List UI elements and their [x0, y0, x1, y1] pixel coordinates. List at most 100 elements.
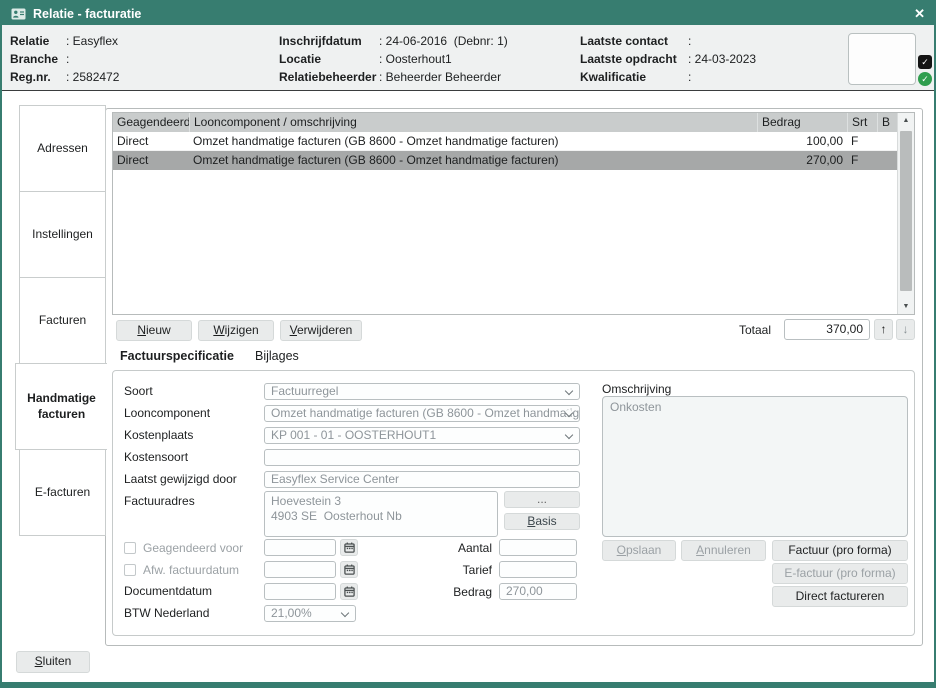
looncomponent-select[interactable]: Omzet handmatige facturen (GB 8600 - Omz… — [264, 405, 580, 422]
btw-label: BTW Nederland — [124, 605, 209, 622]
aantal-label: Aantal — [422, 540, 492, 557]
looncomponent-value: Omzet handmatige facturen (GB 8600 - Omz… — [271, 406, 580, 420]
calendar-icon[interactable] — [340, 561, 358, 578]
kostenplaats-select[interactable]: KP 001 - 01 - OOSTERHOUT1 — [264, 427, 580, 444]
factuur-pro-forma-button[interactable]: Factuur (pro forma) — [772, 540, 908, 561]
geagendeerd-voor-date-field[interactable] — [264, 539, 336, 556]
laatst-gewijzigd-field: Easyflex Service Center — [264, 471, 580, 488]
kostenplaats-value: KP 001 - 01 - OOSTERHOUT1 — [271, 428, 436, 442]
verwijderen-button[interactable]: Verwijderen — [280, 320, 362, 341]
btw-select[interactable]: 21,00% — [264, 605, 356, 622]
regnr-value: 2582472 — [66, 70, 119, 88]
column-srt[interactable]: Srt — [847, 113, 877, 132]
kostensoort-label: Kostensoort — [124, 449, 188, 466]
chevron-down-icon — [341, 609, 349, 617]
sidebar-tab-handmatige-facturen[interactable]: Handmatige facturen — [15, 363, 107, 450]
table-row[interactable]: Direct Omzet handmatige facturen (GB 860… — [113, 132, 914, 151]
locatie-label: Locatie — [279, 52, 379, 70]
table-header: Geagendeerd Looncomponent / omschrijving… — [113, 113, 914, 132]
btw-value: 21,00% — [271, 606, 312, 620]
title-bar: Relatie - facturatie ✕ — [2, 2, 934, 25]
branche-label: Branche — [10, 52, 66, 70]
tarief-field[interactable] — [499, 561, 577, 578]
relatie-value: Easyflex — [66, 34, 118, 52]
chevron-down-icon — [565, 431, 573, 439]
documentdatum-date-field[interactable] — [264, 583, 336, 600]
omschrijving-label: Omschrijving — [602, 382, 671, 396]
table-scrollbar[interactable]: ▲ ▼ — [897, 113, 914, 314]
cell-omschrijving: Omzet handmatige facturen (GB 8600 - Omz… — [189, 151, 757, 169]
sidebar-tab-e-facturen[interactable]: E-facturen — [19, 449, 106, 536]
kostensoort-field[interactable] — [264, 449, 580, 466]
locatie-value: Oosterhout1 — [379, 52, 452, 70]
laatste-contact-value — [688, 34, 695, 52]
omschrijving-textarea[interactable]: Onkosten — [602, 396, 908, 537]
direct-factureren-button[interactable]: Direct factureren — [772, 586, 908, 607]
relatie-facturatie-window: Relatie - facturatie ✕ RelatieEasyflex B… — [0, 0, 936, 688]
soort-select[interactable]: Factuurregel — [264, 383, 580, 400]
factuuradres-label: Factuuradres — [124, 493, 195, 510]
wijzigen-button[interactable]: Wijzigen — [198, 320, 274, 341]
tarief-label: Tarief — [422, 562, 492, 579]
scroll-down-icon[interactable]: ▼ — [898, 299, 914, 314]
table-row-selected[interactable]: Direct Omzet handmatige facturen (GB 860… — [113, 151, 914, 170]
column-geagendeerd[interactable]: Geagendeerd — [113, 113, 189, 132]
annuleren-button[interactable]: Annuleren — [681, 540, 766, 561]
sluiten-button[interactable]: Sluiten — [16, 651, 90, 673]
afw-factuurdatum-checkbox[interactable] — [124, 564, 136, 576]
opslaan-button[interactable]: Opslaan — [602, 540, 676, 561]
move-row-down-icon[interactable]: ↓ — [896, 319, 915, 340]
calendar-icon[interactable] — [340, 539, 358, 556]
black-check-icon[interactable]: ✓ — [918, 55, 932, 69]
soort-value: Factuurregel — [271, 384, 338, 398]
regnr-label: Reg.nr. — [10, 70, 66, 88]
factuuradres-more-button[interactable]: ... — [504, 491, 580, 508]
kwalificatie-value — [688, 70, 695, 88]
afw-factuurdatum-date-field[interactable] — [264, 561, 336, 578]
move-row-up-icon[interactable]: ↑ — [874, 319, 893, 340]
afw-factuurdatum-label: Afw. factuurdatum — [143, 562, 239, 579]
laatst-gewijzigd-label: Laatst gewijzigd door — [124, 471, 237, 488]
geagendeerd-voor-checkbox[interactable] — [124, 542, 136, 554]
soort-label: Soort — [124, 383, 153, 400]
kwalificatie-label: Kwalificatie — [580, 70, 688, 88]
scroll-up-icon[interactable]: ▲ — [898, 113, 914, 128]
basis-button[interactable]: Basis — [504, 513, 580, 530]
chevron-down-icon — [565, 387, 573, 395]
column-bedrag[interactable]: Bedrag — [757, 113, 847, 132]
relatiebeheerder-value: Beheerder Beheerder — [379, 70, 501, 88]
relatie-label: Relatie — [10, 34, 66, 52]
window-title: Relatie - facturatie — [33, 7, 141, 21]
cell-geagendeerd: Direct — [113, 151, 189, 169]
sidebar-tab-instellingen[interactable]: Instellingen — [19, 191, 106, 278]
green-check-icon[interactable]: ✓ — [918, 72, 932, 86]
laatste-contact-label: Laatste contact — [580, 34, 688, 52]
calendar-icon[interactable] — [340, 583, 358, 600]
bedrag-field: 270,00 — [499, 583, 577, 600]
scrollbar-thumb[interactable] — [900, 131, 912, 291]
contact-card-icon — [11, 8, 26, 20]
cell-b — [877, 132, 897, 150]
geagendeerd-voor-label: Geagendeerd voor — [143, 540, 243, 557]
column-looncomponent[interactable]: Looncomponent / omschrijving — [189, 113, 757, 132]
totaal-field: 370,00 — [784, 319, 870, 340]
column-b[interactable]: B — [877, 113, 897, 132]
tab-factuurspecificatie[interactable]: Factuurspecificatie — [120, 349, 234, 363]
sidebar-tab-adressen[interactable]: Adressen — [19, 105, 106, 192]
sidebar-tab-facturen[interactable]: Facturen — [19, 277, 106, 364]
e-factuur-pro-forma-button[interactable]: E-factuur (pro forma) — [772, 563, 908, 584]
laatste-opdracht-label: Laatste opdracht — [580, 52, 688, 70]
header-column-2: Inschrijfdatum24-06-2016 (Debnr: 1) Loca… — [279, 34, 508, 88]
kostenplaats-label: Kostenplaats — [124, 427, 193, 444]
looncomponent-label: Looncomponent — [124, 405, 210, 422]
bedrag-label: Bedrag — [422, 584, 492, 601]
close-icon[interactable]: ✕ — [914, 2, 925, 25]
cell-bedrag: 270,00 — [757, 151, 847, 169]
tab-bijlages[interactable]: Bijlages — [255, 349, 299, 363]
inschrijfdatum-label: Inschrijfdatum — [279, 34, 379, 52]
cell-omschrijving: Omzet handmatige facturen (GB 8600 - Omz… — [189, 132, 757, 150]
relation-header: RelatieEasyflex Branche Reg.nr.2582472 I… — [2, 25, 934, 91]
aantal-field[interactable] — [499, 539, 577, 556]
nieuw-button[interactable]: Nieuw — [116, 320, 192, 341]
photo-placeholder — [848, 33, 916, 85]
